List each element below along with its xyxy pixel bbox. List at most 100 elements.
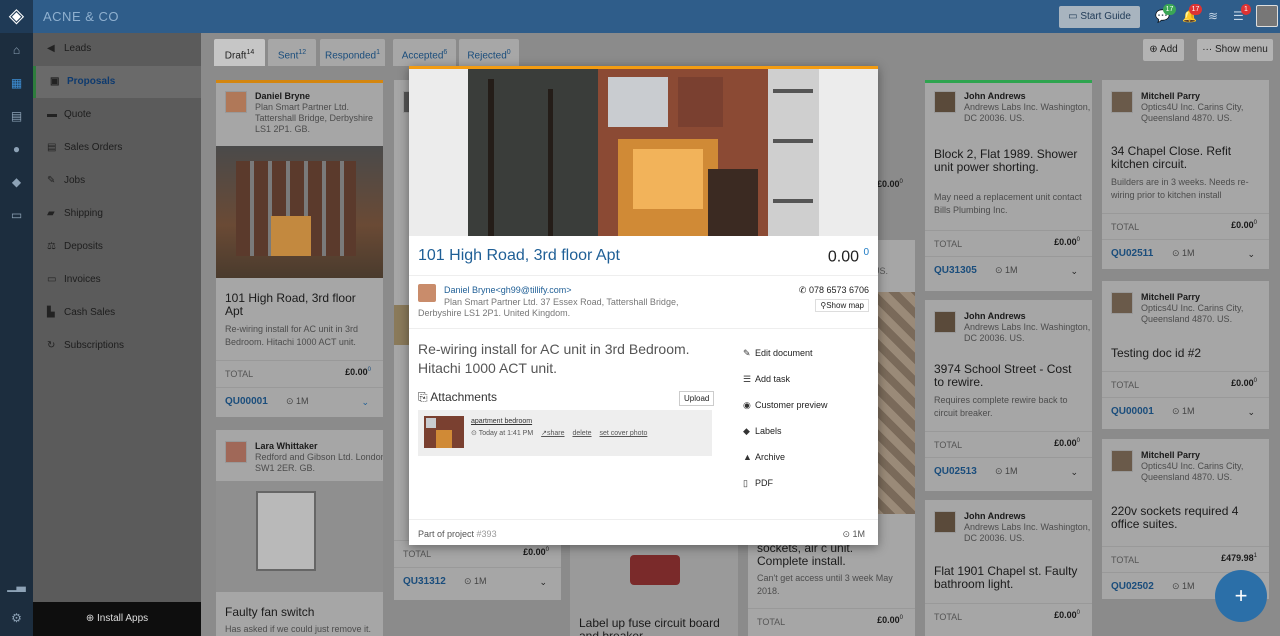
invoice-icon: ▭ [47,274,57,285]
delete-link[interactable]: delete [572,430,591,437]
quote-code[interactable]: QU00001 [1111,406,1154,417]
alerts-badge: 17 [1189,4,1202,15]
set-cover-photo-link[interactable]: set cover photo [600,430,648,437]
proposal-card[interactable]: John Andrews Andrews Labs Inc. Washingto… [925,500,1092,636]
tab-responded[interactable]: Responded1 [320,39,385,66]
tab-rejected[interactable]: Rejected0 [459,39,519,66]
avatar [934,311,956,333]
briefcase-icon: ▣ [50,76,60,87]
avatar [225,441,247,463]
top-bar: ◈ ACNE & CO ▭ Start Guide 💬 17 🔔 17 ≋ ☰ … [0,0,1280,33]
refresh-icon: ↻ [47,340,56,351]
quote-code[interactable]: QU02513 [934,466,977,477]
user-icon[interactable]: ● [0,142,33,156]
avatar [1111,450,1133,472]
sidebar-item-shipping[interactable]: ▰ Shipping [33,198,201,230]
grid-icon[interactable]: ▦ [0,76,33,90]
labels-action[interactable]: ◆ Labels [743,426,782,437]
chevron-down-icon[interactable]: ⌄ [1247,249,1255,260]
add-button[interactable]: ⊕ Add [1143,39,1184,61]
settings-icon[interactable]: ⚙ [0,611,33,625]
pdf-action[interactable]: ▯ PDF [743,478,773,489]
list-icon: ☰ [743,374,752,384]
timestamp: ⊙ 1M [842,529,865,539]
show-menu-button[interactable]: ··· Show menu [1197,39,1273,61]
start-guide-button[interactable]: ▭ Start Guide [1059,6,1140,28]
cover-photo [468,69,819,236]
attachment-item: apartment bedroom ⊙ Today at 1:41 PM ↗sh… [418,410,712,456]
sidebar-item-proposals[interactable]: ▣ Proposals [33,66,201,98]
sidebar-item-cash-sales[interactable]: ▙ Cash Sales [33,297,201,329]
quote-code[interactable]: QU31305 [934,265,977,276]
avatar [1111,91,1133,113]
upload-button[interactable]: Upload [679,391,715,406]
proposal-card[interactable]: John Andrews Andrews Labs Inc. Washingto… [925,80,1092,291]
pdf-icon: ▯ [743,478,748,488]
quote-code[interactable]: QU00001 [225,396,268,407]
contact-link[interactable]: Daniel Bryne<gh99@tillify.com> [444,285,572,295]
app-logo[interactable]: ◈ [0,0,33,33]
user-avatar[interactable] [1256,5,1278,27]
project-link[interactable]: #393 [477,529,497,539]
show-map-button[interactable]: ⚲Show map [815,299,869,312]
chat-badge: 17 [1163,4,1176,15]
attachments-heading: ⎘ Attachments [418,390,497,404]
inbox-icon[interactable]: ▭ [0,208,33,222]
tasks-badge: 1 [1241,4,1251,15]
tab-accepted[interactable]: Accepted6 [393,39,456,66]
project-reference: Part of project #393 [418,529,497,539]
proposal-card[interactable]: Mitchell Parry Optics4U Inc. Carins City… [1102,80,1269,269]
sidebar-item-invoices[interactable]: ▭ Invoices [33,264,201,296]
document-icon[interactable]: ▤ [0,109,33,123]
phone-number[interactable]: ✆ 078 6573 6706 [799,285,869,296]
sidebar: ◀ Leads ▣ Proposals ▬ Quote ▤ Sales Orders ✎… [33,33,201,636]
paperclip-icon: ⎘ [418,390,428,404]
tab-sent[interactable]: Sent12 [268,39,316,66]
chevron-down-icon[interactable]: ⌄ [361,397,369,408]
proposal-card[interactable]: Mitchell Parry Optics4U Inc. Carins City… [1102,281,1269,429]
cart-icon: ▙ [47,307,55,318]
quote-code[interactable]: QU02502 [1111,581,1154,592]
icon-rail: ⌂ ▦ ▤ ● ◆ ▭ ▁▃ ⚙ [0,33,33,636]
proposal-card[interactable]: Daniel Bryne Plan Smart Partner Ltd. Tat… [216,80,383,417]
tab-draft[interactable]: Draft14 [214,39,265,66]
proposal-card[interactable]: Lara Whittaker Redford and Gibson Ltd. L… [216,430,383,636]
share-link[interactable]: ↗share [541,430,564,437]
chevron-down-icon[interactable]: ⌄ [1247,407,1255,418]
add-task-action[interactable]: ☰ Add task [743,374,790,385]
cover-photo [216,481,383,592]
wrench-icon: ✎ [47,175,56,186]
customer-preview-action[interactable]: ◉ Customer preview [743,400,828,411]
edit-document-action[interactable]: ✎ Edit document [743,348,813,359]
sidebar-item-deposits[interactable]: ⚖ Deposits [33,231,201,263]
sidebar-item-jobs[interactable]: ✎ Jobs [33,165,201,197]
sidebar-item-sales-orders[interactable]: ▤ Sales Orders [33,132,201,164]
avatar [934,91,956,113]
lock-icon: ▲ [743,452,752,462]
contact-address: Plan Smart Partner Ltd. 37 Essex Road, T… [418,297,679,318]
chevron-down-icon[interactable]: ⌄ [1070,266,1078,277]
tag-icon[interactable]: ◆ [0,175,33,189]
rss-icon[interactable]: ≋ [1208,9,1218,23]
sidebar-item-quote[interactable]: ▬ Quote [33,99,201,131]
sidebar-item-subscriptions[interactable]: ↻ Subscriptions [33,330,201,362]
home-icon[interactable]: ⌂ [0,43,33,57]
proposal-card[interactable]: John Andrews Andrews Labs Inc. Washingto… [925,300,1092,491]
chevron-down-icon[interactable]: ⌄ [539,577,547,588]
plus-circle-icon: ⊕ [85,613,95,624]
pencil-icon: ✎ [743,348,751,358]
install-apps-button[interactable]: ⊕ Install Apps [33,602,201,636]
chart-icon[interactable]: ▁▃ [0,578,33,592]
attachment-name[interactable]: apartment bedroom [471,418,532,425]
proposal-detail-modal: 101 High Road, 3rd floor Apt 0.00 0 Dani… [409,66,878,545]
quote-code[interactable]: QU31312 [403,576,446,587]
add-fab-button[interactable]: + [1215,570,1267,622]
brand-name: ACNE & CO [43,9,120,24]
sidebar-item-leads[interactable]: ◀ Leads [33,33,201,65]
attachment-thumbnail[interactable] [424,416,464,448]
chevron-down-icon[interactable]: ⌄ [1070,467,1078,478]
quote-code[interactable]: QU02511 [1111,248,1153,259]
proposal-amount: 0.00 0 [827,247,869,266]
archive-action[interactable]: ▲ Archive [743,452,785,462]
file-icon: ▤ [47,142,57,153]
